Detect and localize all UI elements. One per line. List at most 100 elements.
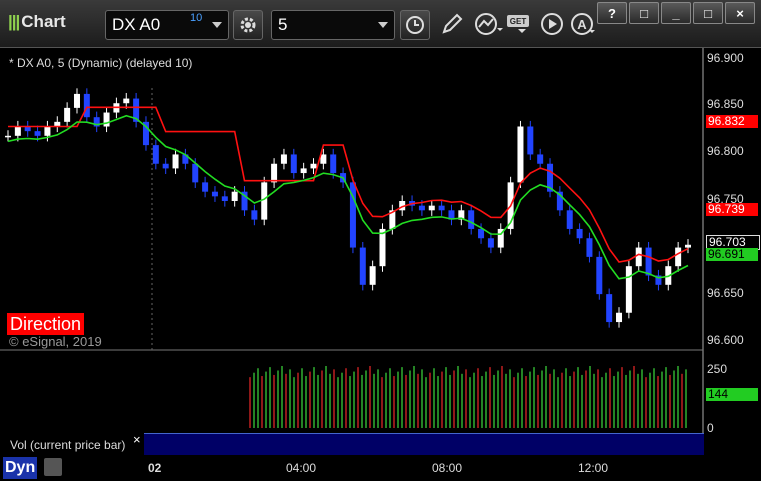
candle-body bbox=[162, 163, 169, 169]
price-chart[interactable] bbox=[0, 48, 761, 455]
alert-button[interactable]: A bbox=[570, 12, 596, 41]
clock-icon bbox=[406, 16, 424, 34]
candle-body bbox=[192, 163, 199, 183]
candle-body bbox=[517, 126, 524, 183]
candle-body bbox=[635, 247, 642, 267]
candle-body bbox=[586, 238, 593, 257]
svg-text:A: A bbox=[577, 17, 587, 32]
candle-body bbox=[64, 107, 71, 122]
gear-icon bbox=[240, 17, 256, 33]
candle-body bbox=[369, 266, 376, 285]
candle-body bbox=[5, 135, 11, 138]
candle-body bbox=[123, 98, 130, 104]
pencil-icon bbox=[442, 13, 463, 34]
volume-axis-tick: 0 bbox=[707, 421, 714, 435]
candle-body bbox=[359, 247, 366, 285]
time-tick: 02 bbox=[148, 461, 162, 475]
draw-tool-button[interactable] bbox=[440, 12, 464, 41]
candle-body bbox=[675, 247, 682, 267]
candle-body bbox=[231, 191, 238, 201]
candle-body bbox=[576, 228, 583, 239]
study-icon bbox=[475, 13, 503, 35]
volume-close-button[interactable]: × bbox=[133, 432, 141, 447]
close-button[interactable]: × bbox=[725, 2, 755, 24]
red-trend-line bbox=[8, 106, 689, 263]
settings-button[interactable] bbox=[233, 10, 263, 40]
svg-text:GET: GET bbox=[510, 17, 527, 26]
candle-body bbox=[103, 112, 110, 127]
restore-button[interactable]: □ bbox=[629, 2, 659, 24]
candle-body bbox=[330, 154, 337, 174]
candle-body bbox=[418, 205, 425, 211]
candle-body bbox=[428, 205, 435, 211]
volume-study-label: Vol (current price bar) bbox=[10, 438, 126, 452]
chevron-down-icon[interactable] bbox=[378, 22, 388, 28]
candle-body bbox=[645, 247, 652, 276]
app-title: ||| Chart bbox=[8, 12, 66, 31]
price-tick: 96.850 bbox=[707, 97, 744, 111]
green-trend-line bbox=[7, 114, 689, 280]
play-button[interactable] bbox=[540, 12, 564, 41]
minimize-button[interactable]: _ bbox=[661, 2, 691, 24]
study-title: * DX A0, 5 (Dynamic) (delayed 10) bbox=[9, 56, 193, 70]
alert-icon: A bbox=[571, 13, 595, 35]
candle-body bbox=[271, 163, 278, 183]
candle-body bbox=[172, 154, 179, 169]
candle-body bbox=[310, 163, 317, 169]
candle-body bbox=[616, 312, 623, 323]
candle-body bbox=[606, 294, 613, 323]
candle-body bbox=[478, 228, 485, 239]
candle-body bbox=[44, 126, 51, 136]
study-button[interactable] bbox=[474, 12, 504, 41]
candle-body bbox=[14, 126, 21, 136]
candle-body bbox=[202, 182, 209, 192]
time-tick: 12:00 bbox=[578, 461, 609, 475]
interval-text: 5 bbox=[278, 15, 288, 34]
help-button[interactable]: ? bbox=[597, 2, 627, 24]
direction-label: Direction bbox=[7, 313, 85, 335]
time-tick: 08:00 bbox=[432, 461, 463, 475]
volume-bars-group bbox=[249, 366, 687, 428]
candle-body bbox=[487, 238, 494, 248]
time-axis bbox=[0, 455, 761, 481]
candle-body bbox=[320, 154, 327, 164]
chart-app-icon: ||| bbox=[8, 12, 20, 31]
symbol-input[interactable]: DX A0 10 bbox=[105, 10, 229, 40]
get-button[interactable]: GET bbox=[506, 13, 534, 40]
time-tick: 04:00 bbox=[286, 461, 317, 475]
candle-body bbox=[280, 154, 287, 164]
candle-body bbox=[73, 93, 80, 108]
play-icon bbox=[541, 13, 563, 35]
candle-body bbox=[566, 210, 573, 229]
candle-body bbox=[34, 131, 41, 136]
candle-body bbox=[83, 93, 90, 118]
candle-body bbox=[300, 168, 307, 174]
price-tag-green: 96.691 bbox=[706, 248, 758, 261]
candle-body bbox=[537, 154, 544, 164]
maximize-button[interactable]: □ bbox=[693, 2, 723, 24]
price-tick: 96.600 bbox=[707, 333, 744, 347]
volume-value-tag: 144 bbox=[706, 388, 758, 401]
candle-body bbox=[251, 210, 258, 220]
candle-body bbox=[290, 154, 297, 174]
candle-body bbox=[211, 191, 218, 197]
candle-body bbox=[221, 196, 228, 201]
candle-body bbox=[625, 266, 632, 313]
copyright-text: © eSignal, 2019 bbox=[9, 334, 102, 349]
volume-axis-tick: 250 bbox=[707, 362, 728, 376]
symbol-delay-badge: 10 bbox=[190, 12, 203, 24]
lock-icon[interactable] bbox=[44, 458, 62, 476]
volume-study-bar bbox=[144, 433, 704, 455]
toolbar: ||| Chart DX A0 10 5 GET A ? □ _ □ × bbox=[0, 0, 761, 48]
dynamic-button[interactable]: Dyn bbox=[3, 457, 38, 479]
time-button[interactable] bbox=[400, 10, 430, 40]
interval-input[interactable]: 5 bbox=[271, 10, 395, 40]
price-tag-red-upper: 96.832 bbox=[706, 115, 758, 128]
get-icon: GET bbox=[507, 15, 529, 33]
price-tick: 96.650 bbox=[707, 286, 744, 300]
candle-body bbox=[527, 126, 534, 155]
candle-body bbox=[685, 244, 691, 248]
price-tick: 96.800 bbox=[707, 144, 744, 158]
chevron-down-icon[interactable] bbox=[212, 22, 222, 28]
candle-body bbox=[152, 145, 159, 164]
